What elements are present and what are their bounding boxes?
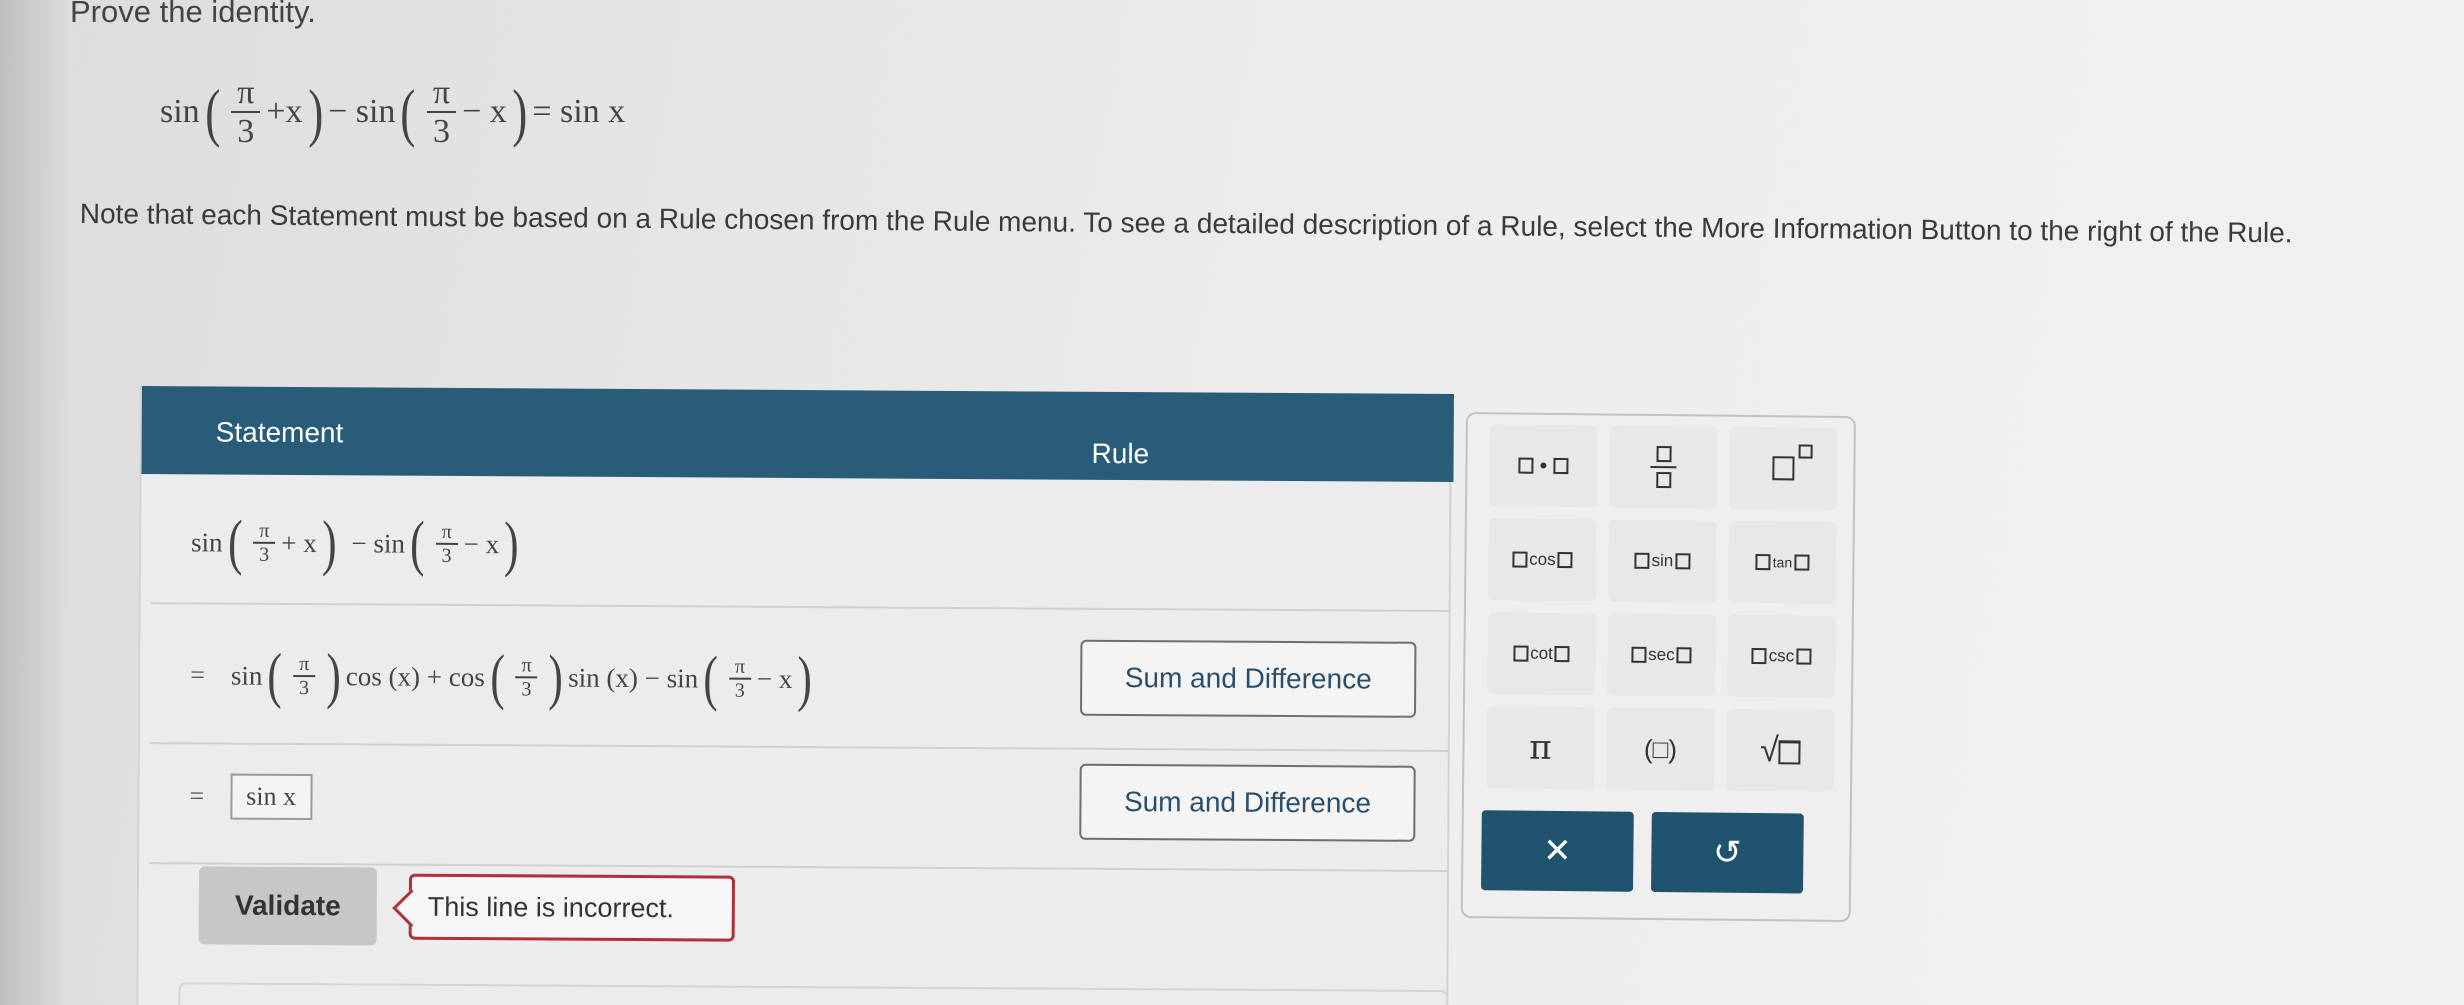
- tan-key[interactable]: tan: [1728, 520, 1837, 604]
- math-keypad: • cos sin tan cot sec csc π (□) √ ✕ ↺: [1460, 412, 1856, 923]
- proof-row-1: sin ( π 3 + x ) − sin ( π 3 − x ): [150, 474, 1452, 613]
- proof-row-3: = sin x Sum and Difference: [149, 744, 1450, 873]
- proof-table: Statement Rule sin ( π 3 + x ) − sin ( π…: [136, 386, 1454, 1005]
- close-icon: ✕: [1542, 831, 1572, 871]
- problem-title: Prove the identity.: [70, 0, 316, 29]
- rule-column-header: Rule: [1091, 437, 1150, 470]
- multiply-key[interactable]: •: [1489, 424, 1598, 508]
- proof-row-2: = sin ( π 3 ) cos (x) + cos ( π 3 ) sin …: [149, 604, 1451, 753]
- sin-function: sin: [160, 93, 200, 130]
- minus-x: − x: [462, 93, 507, 130]
- left-edge-shadow: [0, 0, 70, 1005]
- exponent-key[interactable]: [1729, 426, 1838, 510]
- next-row-outline: [178, 982, 1449, 1005]
- identity-expression: sin ( π 3 +x ) − sin ( π 3 − x ) = sin x: [160, 73, 626, 151]
- fraction-key[interactable]: [1609, 425, 1718, 509]
- statement-answer-input[interactable]: sin x: [230, 773, 313, 821]
- square-root-key[interactable]: √: [1726, 708, 1835, 792]
- rule-select-button-3[interactable]: Sum and Difference: [1079, 763, 1416, 842]
- statement-2[interactable]: = sin ( π 3 ) cos (x) + cos ( π 3 ) sin …: [190, 620, 818, 734]
- statement-1[interactable]: sin ( π 3 + x ) − sin ( π 3 − x ): [191, 492, 524, 594]
- undo-button[interactable]: ↺: [1650, 811, 1804, 894]
- statement-3: = sin x: [189, 766, 313, 827]
- pi-over-3: π 3: [426, 74, 457, 151]
- plus-x: +x: [266, 93, 303, 130]
- sec-key[interactable]: sec: [1607, 613, 1716, 697]
- instructions-note: Note that each Statement must be based o…: [79, 197, 2293, 249]
- proof-table-header: Statement Rule: [141, 386, 1454, 483]
- minus-sin: − sin: [328, 93, 396, 130]
- error-message: This line is incorrect.: [408, 873, 736, 942]
- pi-over-3: π 3: [231, 74, 261, 151]
- sin-key[interactable]: sin: [1608, 519, 1717, 603]
- validate-button[interactable]: Validate: [198, 866, 378, 946]
- rule-select-button-2[interactable]: Sum and Difference: [1080, 639, 1417, 718]
- pi-key[interactable]: π: [1486, 706, 1595, 790]
- cot-key[interactable]: cot: [1487, 612, 1596, 696]
- parentheses-key[interactable]: (□): [1606, 707, 1715, 791]
- undo-icon: ↺: [1712, 833, 1742, 872]
- identity-rhs: = sin x: [532, 93, 626, 130]
- clear-button[interactable]: ✕: [1480, 810, 1634, 892]
- cos-key[interactable]: cos: [1488, 518, 1597, 602]
- csc-key[interactable]: csc: [1727, 614, 1836, 698]
- statement-column-header: Statement: [215, 416, 344, 449]
